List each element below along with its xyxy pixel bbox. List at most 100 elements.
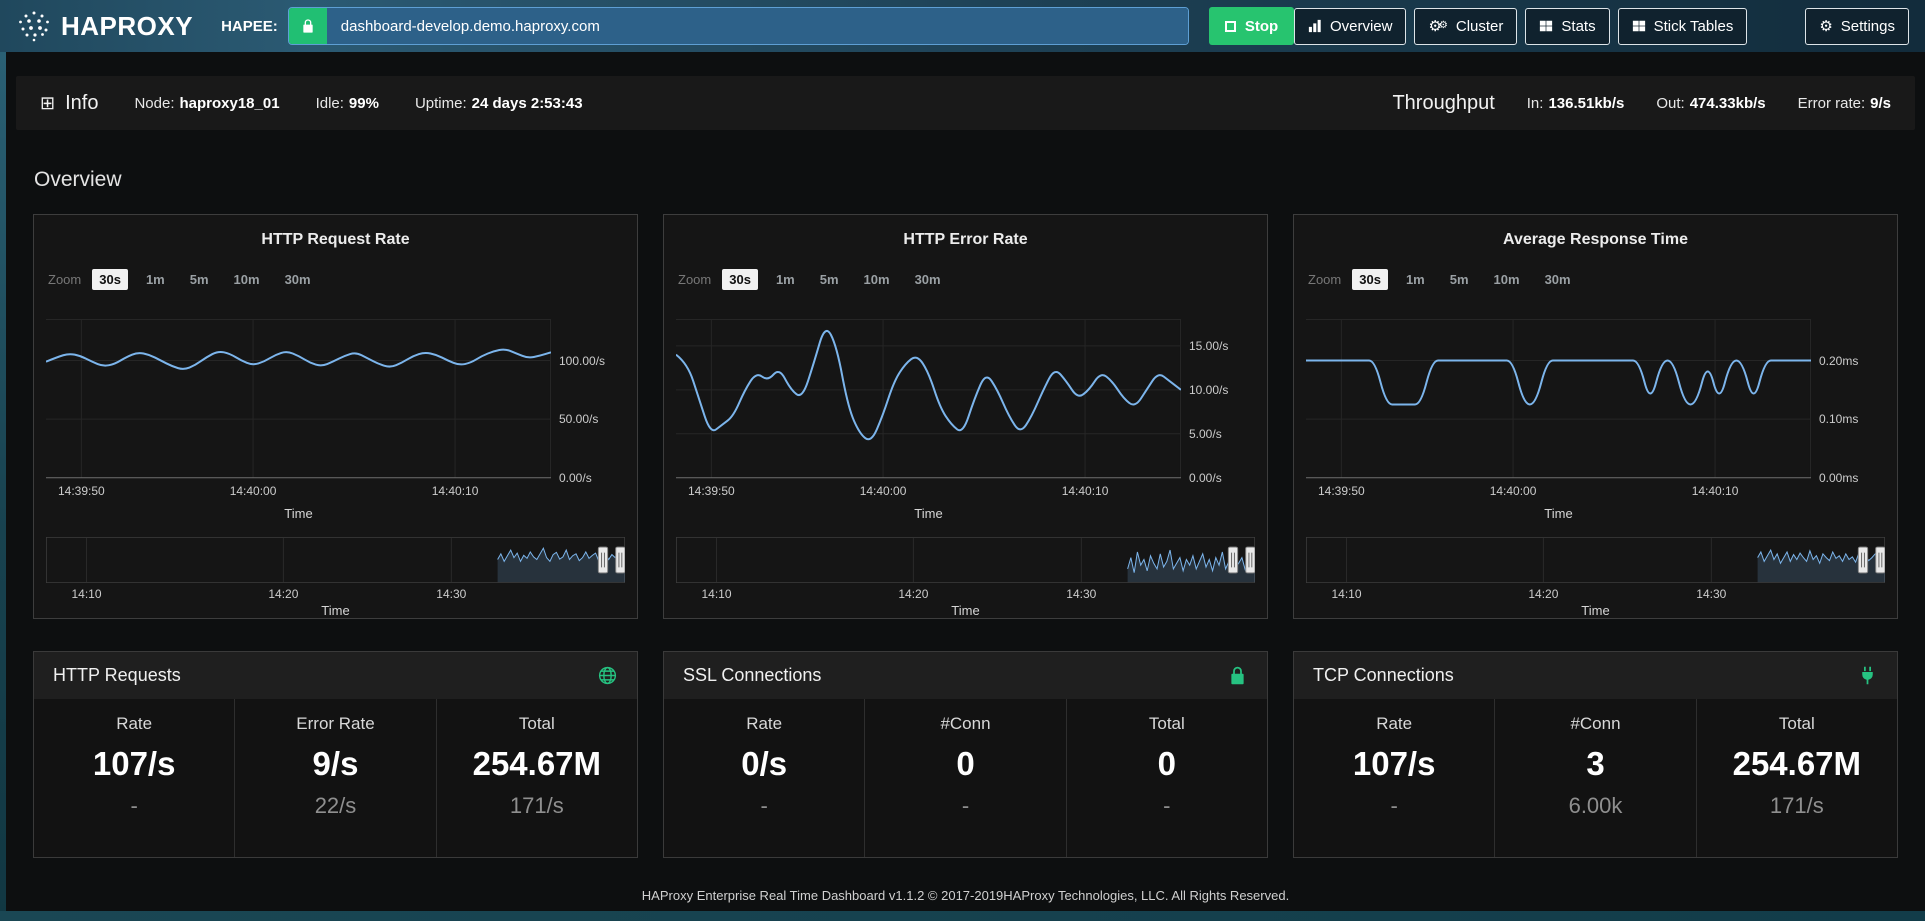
zoom-label: Zoom bbox=[48, 272, 81, 287]
stat-value: 0/s bbox=[741, 745, 787, 783]
nav-overview-button[interactable]: Overview bbox=[1294, 8, 1407, 45]
zoom-30s-button[interactable]: 30s bbox=[722, 269, 758, 290]
chart-plot-area: 15.00/s10.00/s5.00/s0.00/s bbox=[676, 314, 1261, 479]
navigator-handle[interactable] bbox=[1876, 547, 1885, 573]
zoom-1m-button[interactable]: 1m bbox=[1399, 269, 1432, 290]
info-toggle[interactable]: ⊞ Info bbox=[40, 92, 98, 115]
x-axis-title: Time bbox=[676, 506, 1181, 521]
navigator-tick-label: 14:10 bbox=[702, 587, 732, 601]
zoom-1m-button[interactable]: 1m bbox=[139, 269, 172, 290]
chart-panel-http-error-rate: HTTP Error Rate Zoom 30s 1m 5m 10m 30m 1… bbox=[663, 214, 1268, 619]
stop-icon bbox=[1225, 21, 1236, 32]
nav-cluster-button[interactable]: ⚙⚙ Cluster bbox=[1414, 8, 1517, 45]
stat-value: 254.67M bbox=[473, 745, 601, 783]
card-body: Rate 0/s - #Conn 0 - Total 0 - bbox=[664, 699, 1267, 857]
navigator-handle[interactable] bbox=[1858, 547, 1867, 573]
uptime-info: Uptime: 24 days 2:53:43 bbox=[415, 95, 583, 112]
out-value: 474.33kb/s bbox=[1690, 95, 1766, 112]
plug-icon bbox=[1857, 665, 1878, 686]
in-label: In: bbox=[1527, 95, 1544, 112]
zoom-5m-button[interactable]: 5m bbox=[183, 269, 216, 290]
nav-stick-tables-button[interactable]: Stick Tables bbox=[1618, 8, 1748, 45]
stat-sub-value: 171/s bbox=[510, 793, 564, 819]
zoom-30s-button[interactable]: 30s bbox=[1352, 269, 1388, 290]
navigator-tick-label: 14:10 bbox=[1332, 587, 1362, 601]
zoom-30m-button[interactable]: 30m bbox=[1538, 269, 1578, 290]
navigator-tick-label: 14:20 bbox=[1528, 587, 1558, 601]
top-navbar: HAPROXY HAPEE: Stop Overview ⚙⚙ Cluster … bbox=[0, 0, 1925, 52]
stat-label: #Conn bbox=[1570, 714, 1620, 734]
navigator-x-labels: 14:1014:2014:30 bbox=[1306, 587, 1885, 600]
navigator-x-title: Time bbox=[1306, 603, 1885, 618]
throughput-group: Throughput In:136.51kb/s Out:474.33kb/s … bbox=[1392, 92, 1891, 115]
zoom-30m-button[interactable]: 30m bbox=[908, 269, 948, 290]
x-axis-labels: 14:39:5014:40:0014:40:10 bbox=[1306, 484, 1811, 498]
brand: HAPROXY bbox=[16, 8, 193, 44]
navigator-tick-label: 14:20 bbox=[898, 587, 928, 601]
node-value: haproxy18_01 bbox=[179, 95, 279, 112]
uptime-label: Uptime: bbox=[415, 95, 467, 112]
navigator-handle[interactable] bbox=[1246, 547, 1255, 573]
zoom-5m-button[interactable]: 5m bbox=[813, 269, 846, 290]
stat-value: 3 bbox=[1586, 745, 1604, 783]
chart-title: HTTP Error Rate bbox=[664, 231, 1267, 249]
zoom-5m-button[interactable]: 5m bbox=[1443, 269, 1476, 290]
charts-row: HTTP Request Rate Zoom 30s 1m 5m 10m 30m… bbox=[6, 214, 1925, 619]
zoom-30m-button[interactable]: 30m bbox=[278, 269, 318, 290]
stop-button[interactable]: Stop bbox=[1209, 7, 1294, 45]
settings-button[interactable]: ⚙ Settings bbox=[1805, 8, 1909, 45]
url-input[interactable] bbox=[327, 8, 1188, 44]
footer-text: HAProxy Enterprise Real Time Dashboard v… bbox=[6, 888, 1925, 903]
y-axis-tick-label: 0.10ms bbox=[1819, 412, 1858, 426]
card-http-requests: HTTP Requests Rate 107/s - Error Rate 9/… bbox=[33, 651, 638, 858]
x-axis-labels: 14:39:5014:40:0014:40:10 bbox=[46, 484, 551, 498]
table-icon bbox=[1539, 19, 1553, 33]
zoom-controls: Zoom 30s 1m 5m 10m 30m bbox=[678, 269, 1267, 290]
zoom-10m-button[interactable]: 10m bbox=[227, 269, 267, 290]
stat-column-conn: #Conn 3 6.00k bbox=[1494, 699, 1695, 857]
lock-icon bbox=[1227, 665, 1248, 686]
navigator-chart bbox=[1306, 537, 1885, 583]
card-body: Rate 107/s - #Conn 3 6.00k Total 254.67M… bbox=[1294, 699, 1897, 857]
navigator-chart bbox=[46, 537, 625, 583]
zoom-30s-button[interactable]: 30s bbox=[92, 269, 128, 290]
stat-column-total: Total 0 - bbox=[1066, 699, 1267, 857]
stat-sub-value: - bbox=[131, 793, 138, 819]
stat-value: 0 bbox=[1158, 745, 1176, 783]
navigator-handle[interactable] bbox=[598, 547, 607, 573]
uptime-value: 24 days 2:53:43 bbox=[472, 95, 583, 112]
stat-value: 0 bbox=[956, 745, 974, 783]
stat-sub-value: - bbox=[761, 793, 768, 819]
chart-navigator[interactable] bbox=[1306, 537, 1885, 583]
stat-column-rate: Rate 0/s - bbox=[664, 699, 864, 857]
navigator-handle[interactable] bbox=[1228, 547, 1237, 573]
stat-value: 254.67M bbox=[1733, 745, 1861, 783]
stat-sub-value: - bbox=[1391, 793, 1398, 819]
chart-panel-http-request-rate: HTTP Request Rate Zoom 30s 1m 5m 10m 30m… bbox=[33, 214, 638, 619]
x-axis-tick-label: 14:40:00 bbox=[860, 484, 907, 498]
navigator-tick-label: 14:20 bbox=[268, 587, 298, 601]
throughput-title: Throughput bbox=[1392, 92, 1494, 115]
stat-value: 9/s bbox=[313, 745, 359, 783]
zoom-10m-button[interactable]: 10m bbox=[857, 269, 897, 290]
stat-label: Rate bbox=[1376, 714, 1412, 734]
stat-sub-value: 171/s bbox=[1770, 793, 1824, 819]
nav-stats-button[interactable]: Stats bbox=[1525, 8, 1609, 45]
navigator-x-labels: 14:1014:2014:30 bbox=[676, 587, 1255, 600]
gears-icon: ⚙⚙ bbox=[1428, 19, 1447, 34]
throughput-out: Out:474.33kb/s bbox=[1656, 95, 1765, 112]
x-axis-tick-label: 14:39:50 bbox=[58, 484, 105, 498]
bar-chart-icon bbox=[1308, 19, 1322, 33]
stat-value: 107/s bbox=[93, 745, 176, 783]
chart-title: Average Response Time bbox=[1294, 231, 1897, 249]
stat-label: #Conn bbox=[940, 714, 990, 734]
zoom-10m-button[interactable]: 10m bbox=[1487, 269, 1527, 290]
node-label: Node: bbox=[134, 95, 174, 112]
chart-navigator[interactable] bbox=[676, 537, 1255, 583]
navigator-handle[interactable] bbox=[616, 547, 625, 573]
card-body: Rate 107/s - Error Rate 9/s 22/s Total 2… bbox=[34, 699, 637, 857]
zoom-1m-button[interactable]: 1m bbox=[769, 269, 802, 290]
stat-label: Error Rate bbox=[296, 714, 374, 734]
background-accent-bottom bbox=[0, 911, 1925, 921]
chart-navigator[interactable] bbox=[46, 537, 625, 583]
